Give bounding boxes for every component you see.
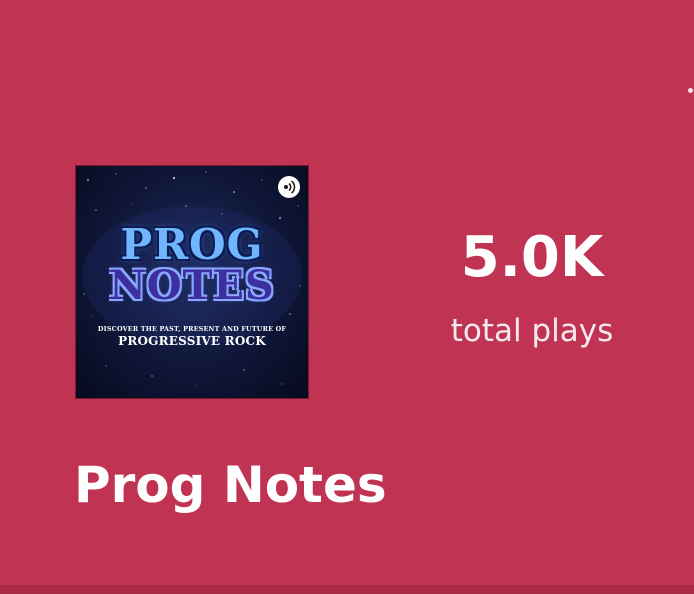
bottom-divider: [0, 585, 694, 594]
podcast-stats-card: PROG NOTES DISCOVER THE PAST, PRESENT AN…: [0, 0, 694, 594]
cover-subtitle: PROGRESSIVE ROCK: [118, 334, 266, 348]
cover-title-line-2: NOTES: [109, 262, 275, 309]
cover-title-line-1: PROG: [120, 220, 264, 269]
podcast-broadcast-icon: [278, 176, 300, 198]
podcast-title[interactable]: Prog Notes: [74, 452, 387, 518]
cover-tagline: DISCOVER THE PAST, PRESENT AND FUTURE OF: [97, 325, 287, 333]
edge-dot: [688, 88, 693, 93]
total-plays-label: total plays: [450, 313, 614, 349]
podcast-cover-art[interactable]: PROG NOTES DISCOVER THE PAST, PRESENT AN…: [75, 165, 309, 399]
total-plays-value: 5.0K: [460, 225, 604, 290]
